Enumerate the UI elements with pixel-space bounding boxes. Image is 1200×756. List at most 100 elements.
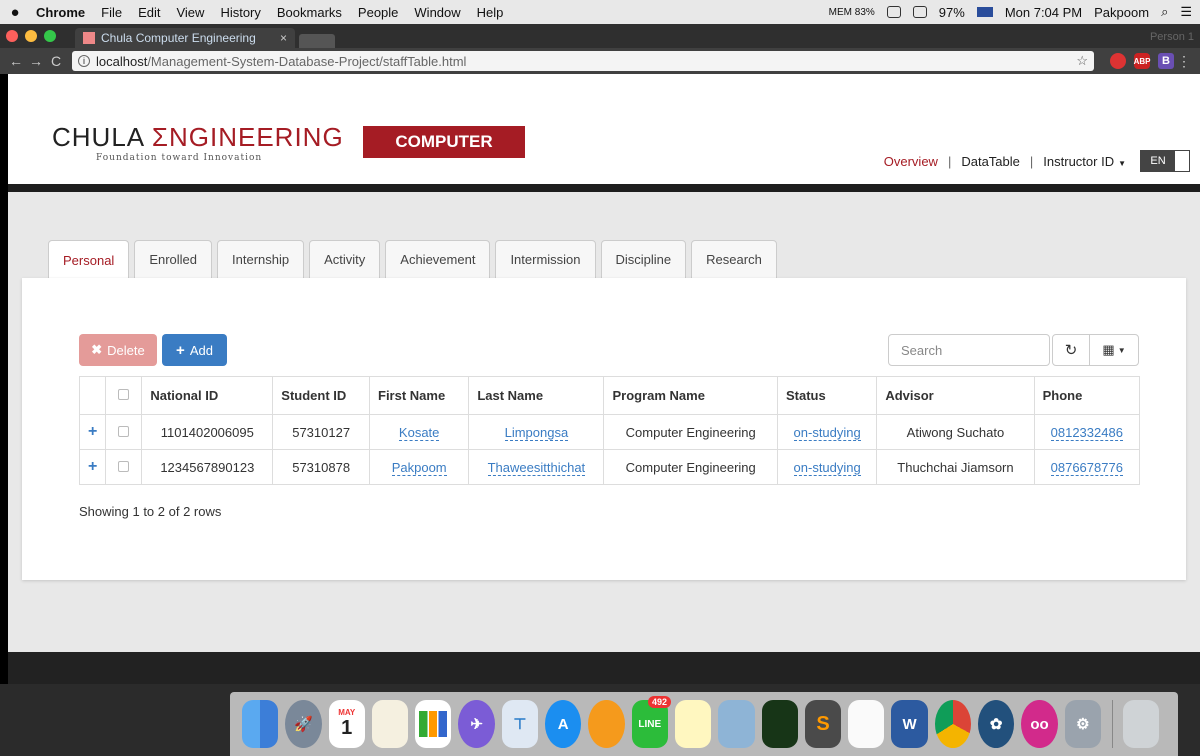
nav-datatable[interactable]: DataTable [961,154,1020,169]
app-store-icon[interactable]: A [545,700,582,748]
back-icon[interactable]: ← [6,53,26,69]
chrome-icon[interactable] [934,700,972,748]
zoom-window-icon[interactable] [44,30,56,42]
col-phone[interactable]: Phone [1033,376,1141,415]
tab-achievement[interactable]: Achievement [385,240,491,279]
browser-tab-active[interactable]: Chula Computer Engineering × [75,28,295,48]
expand-row-icon[interactable]: + [78,414,107,450]
menu-file[interactable]: File [101,5,122,20]
forward-icon[interactable]: → [26,53,46,69]
editable-status[interactable]: on-studying [793,459,861,476]
new-tab-button[interactable] [299,34,335,48]
safari-icon[interactable]: ✈ [458,700,495,748]
tab-enrolled[interactable]: Enrolled [134,240,213,279]
profile-label[interactable]: Person 1 [1150,31,1200,48]
editable-first-name[interactable]: Kosate [398,424,440,441]
nav-overview[interactable]: Overview [884,154,938,169]
mem-indicator[interactable]: MEM 83% [829,7,875,18]
expand-row-icon[interactable]: + [78,449,107,485]
preview-icon[interactable] [718,700,755,748]
ibooks-icon[interactable] [588,700,625,748]
apple-menu-icon[interactable]: ● [8,4,22,21]
sourcetree-icon[interactable]: ✿ [978,700,1015,748]
menubar-status-area: MEM 83% 97% Mon 7:04 PM Pakpoom ⌕ ☰ [817,4,1192,20]
activity-monitor-icon[interactable] [761,700,798,748]
menu-help[interactable]: Help [477,5,504,20]
tab-internship[interactable]: Internship [217,240,305,279]
editable-last-name[interactable]: Thaweesitthichat [487,459,586,476]
col-program-name[interactable]: Program Name [603,376,778,415]
textedit-icon[interactable] [371,700,409,748]
clock[interactable]: Mon 7:04 PM [1005,5,1082,20]
flickr-icon[interactable]: oo [1021,700,1058,748]
columns-toggle-button[interactable]: ▦ ▼ [1089,334,1139,366]
sublime-text-icon[interactable]: S [804,700,842,748]
menu-bookmarks[interactable]: Bookmarks [277,5,342,20]
flag-icon[interactable] [976,7,993,17]
tab-personal[interactable]: Personal [48,240,130,280]
tab-research[interactable]: Research [691,240,777,279]
close-window-icon[interactable] [6,30,18,42]
finder-icon[interactable] [242,700,279,748]
menu-history[interactable]: History [220,5,260,20]
language-toggle[interactable]: EN [1140,150,1190,172]
editable-first-name[interactable]: Pakpoom [391,459,447,476]
col-last-name[interactable]: Last Name [468,376,605,415]
add-button[interactable]: + Add [162,334,227,366]
menu-window[interactable]: Window [414,5,460,20]
delete-button[interactable]: ✖ Delete [79,334,157,366]
nav-separator: | [947,153,952,169]
col-status[interactable]: Status [776,376,878,415]
col-first-name[interactable]: First Name [368,376,470,415]
chula-engineering-logo[interactable]: CHULA ΣNGINEERING Foundation toward Inno… [52,122,344,163]
word-icon[interactable]: W [891,700,928,748]
tab-activity[interactable]: Activity [309,240,381,279]
notification-icon[interactable]: ☰ [1180,4,1192,20]
calendar-icon[interactable]: MAY 1 [328,700,365,748]
tab-intermission[interactable]: Intermission [495,240,596,279]
chrome-menu-icon[interactable]: ⋮ [1174,53,1194,70]
launchpad-icon[interactable]: 🚀 [285,700,322,748]
menu-view[interactable]: View [176,5,204,20]
select-all-checkbox[interactable] [105,376,143,415]
nav-instructor-dropdown[interactable]: Instructor ID ▼ [1043,154,1126,169]
reload-icon[interactable]: C [46,53,66,69]
line-icon[interactable]: LINE 492 [631,696,671,748]
user-name[interactable]: Pakpoom [1094,5,1149,20]
time-machine-icon[interactable] [886,6,901,18]
extension-b-icon[interactable]: B [1158,53,1174,69]
numbers-icon[interactable] [415,700,452,748]
editable-status[interactable]: on-studying [793,424,861,441]
close-tab-icon[interactable]: × [280,31,287,45]
system-preferences-icon[interactable]: ⚙ [1064,700,1101,748]
window-controls [0,24,63,48]
row-checkbox[interactable] [105,414,143,450]
cell-phone: 0876678776 [1033,449,1141,485]
notes-icon[interactable] [674,700,712,748]
battery-indicator[interactable]: 97% [939,5,965,20]
col-national-id[interactable]: National ID [141,376,274,415]
editable-last-name[interactable]: Limpongsa [504,424,569,441]
url-bar[interactable]: i localhost /Management-System-Database-… [72,51,1094,71]
row-checkbox[interactable] [105,449,143,485]
editable-phone[interactable]: 0812332486 [1050,424,1123,441]
menu-people[interactable]: People [358,5,398,20]
spotlight-icon[interactable]: ⌕ [1161,4,1168,20]
tab-discipline[interactable]: Discipline [600,240,687,279]
bookmark-star-icon[interactable]: ☆ [1076,53,1088,69]
menu-edit[interactable]: Edit [138,5,160,20]
menu-app-name[interactable]: Chrome [36,5,85,20]
extension-red-icon[interactable] [1110,53,1126,69]
col-student-id[interactable]: Student ID [272,376,370,415]
wifi-icon[interactable] [912,6,927,18]
keynote-icon[interactable]: ⊤ [501,700,539,748]
refresh-icon[interactable]: ↻ [1052,334,1090,366]
trash-icon[interactable] [1122,700,1159,748]
site-info-icon[interactable]: i [78,55,90,67]
pages-icon[interactable] [848,700,885,748]
minimize-window-icon[interactable] [25,30,37,42]
search-input[interactable]: Search [888,334,1050,366]
col-advisor[interactable]: Advisor [876,376,1035,415]
adblock-plus-icon[interactable]: ABP [1134,53,1150,69]
editable-phone[interactable]: 0876678776 [1050,459,1123,476]
